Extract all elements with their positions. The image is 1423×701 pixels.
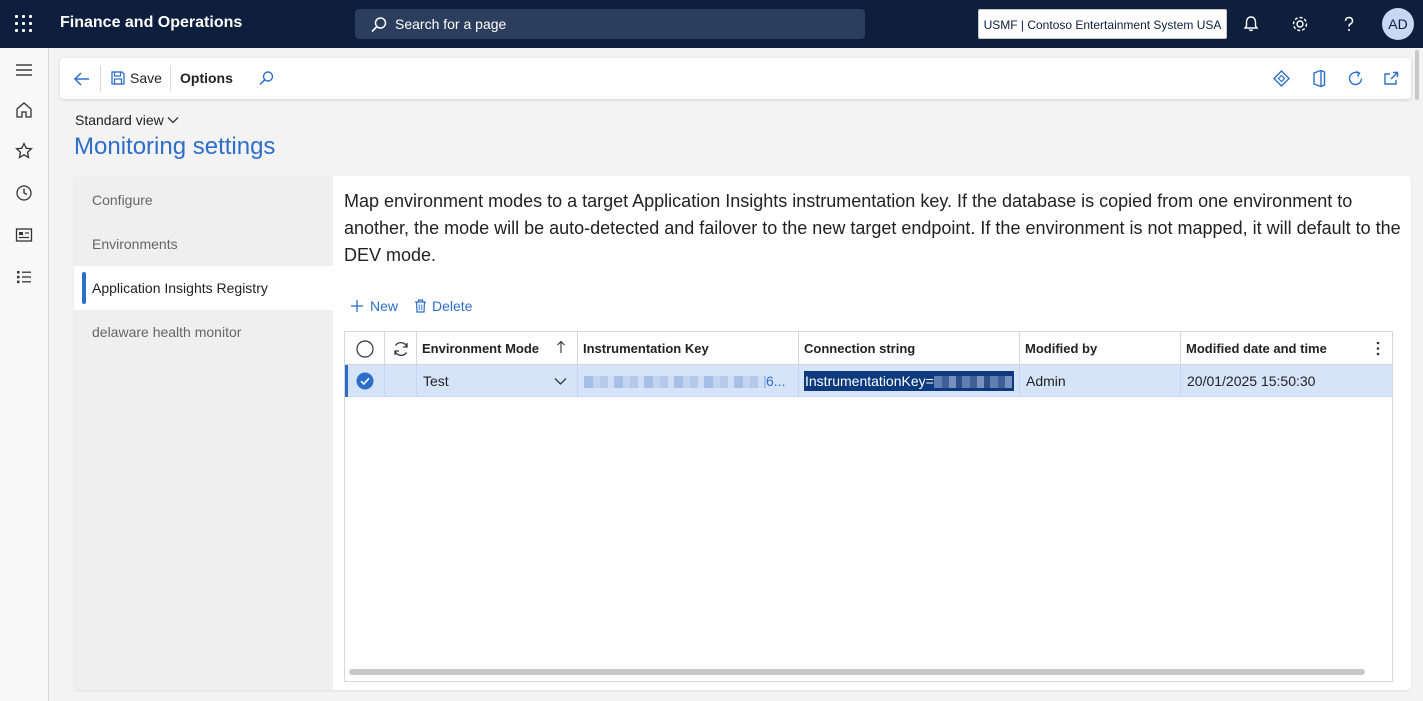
column-environment-mode[interactable]: Environment Mode bbox=[417, 332, 578, 365]
waffle-icon[interactable] bbox=[14, 14, 34, 34]
modified-by-cell: Admin bbox=[1020, 365, 1181, 397]
find-icon[interactable] bbox=[258, 70, 275, 87]
obscured-value bbox=[933, 376, 1012, 389]
connection-string-text: InstrumentationKey= bbox=[805, 373, 934, 389]
tab-label: Application Insights Registry bbox=[92, 280, 268, 296]
search-box[interactable]: Search for a page bbox=[355, 9, 865, 39]
column-label: Modified date and time bbox=[1186, 341, 1327, 356]
workspace-icon[interactable] bbox=[14, 225, 34, 245]
hamburger-icon[interactable] bbox=[14, 60, 34, 80]
new-label: New bbox=[370, 298, 399, 314]
back-icon[interactable] bbox=[72, 69, 92, 89]
modified-datetime-cell: 20/01/2025 15:50:30 bbox=[1187, 373, 1316, 389]
left-navigation bbox=[0, 48, 49, 701]
gear-icon[interactable] bbox=[1290, 14, 1310, 34]
obscured-value bbox=[584, 376, 766, 389]
connection-string-value: InstrumentationKey= bbox=[804, 371, 1014, 391]
registry-grid: Environment Mode Instrumentation Key Con… bbox=[344, 331, 1393, 682]
chevron-down-icon[interactable] bbox=[554, 376, 567, 386]
sort-arrow-icon bbox=[557, 340, 565, 353]
checked-circle-icon bbox=[356, 372, 374, 390]
page-scrollbar[interactable] bbox=[1413, 48, 1423, 103]
row-checkbox[interactable] bbox=[345, 365, 385, 397]
popout-icon[interactable] bbox=[1382, 69, 1401, 88]
separator bbox=[100, 66, 101, 91]
refresh-grid-button[interactable] bbox=[385, 332, 417, 365]
trash-icon bbox=[415, 299, 426, 313]
more-icon[interactable] bbox=[1376, 341, 1380, 356]
horizontal-scrollbar[interactable] bbox=[349, 669, 1365, 675]
help-icon[interactable] bbox=[1339, 14, 1359, 34]
grid-header: Environment Mode Instrumentation Key Con… bbox=[345, 332, 1392, 365]
refresh-grid-icon bbox=[394, 342, 408, 356]
clock-icon[interactable] bbox=[14, 183, 34, 203]
column-label: Environment Mode bbox=[422, 341, 540, 356]
column-modified-date-time[interactable]: Modified date and time bbox=[1181, 332, 1392, 365]
list-icon[interactable] bbox=[14, 267, 34, 287]
action-pane: Save Options bbox=[60, 58, 1411, 99]
options-button[interactable]: Options bbox=[180, 58, 233, 99]
environment-mode-select[interactable]: Test bbox=[417, 365, 578, 397]
save-button[interactable]: Save bbox=[110, 58, 162, 99]
instrumentation-key-suffix: 6... bbox=[766, 373, 786, 389]
delete-label: Delete bbox=[432, 298, 473, 314]
app-title[interactable]: Finance and Operations bbox=[60, 14, 242, 32]
view-label: Standard view bbox=[75, 112, 164, 128]
save-label: Save bbox=[130, 70, 162, 86]
top-bar: Finance and Operations Search for a page… bbox=[0, 0, 1423, 48]
search-placeholder: Search for a page bbox=[395, 16, 507, 32]
tab-configure[interactable]: Configure bbox=[74, 178, 333, 222]
environment-mode-value: Test bbox=[423, 373, 449, 389]
column-connection-string[interactable]: Connection string bbox=[799, 332, 1020, 365]
table-row[interactable]: Test 6... InstrumentationKey= Admin 20/0… bbox=[345, 365, 1392, 397]
refresh-icon[interactable] bbox=[1346, 69, 1365, 88]
search-icon bbox=[371, 17, 387, 33]
tab-environments[interactable]: Environments bbox=[74, 222, 333, 266]
connection-string-cell[interactable]: InstrumentationKey= bbox=[799, 365, 1020, 397]
bell-icon[interactable] bbox=[1241, 14, 1261, 34]
tab-application-insights-registry[interactable]: Application Insights Registry bbox=[74, 266, 333, 310]
view-selector[interactable]: Standard view bbox=[75, 112, 179, 128]
circle-checkbox-icon bbox=[356, 340, 374, 358]
instrumentation-key-cell[interactable]: 6... bbox=[578, 365, 799, 397]
avatar[interactable]: AD bbox=[1382, 8, 1414, 40]
column-modified-by[interactable]: Modified by bbox=[1020, 332, 1181, 365]
column-instrumentation-key[interactable]: Instrumentation Key bbox=[578, 332, 799, 365]
page-title: Monitoring settings bbox=[74, 133, 276, 160]
vertical-tabs: Configure Environments Application Insig… bbox=[74, 176, 333, 690]
separator bbox=[170, 66, 171, 91]
plus-icon bbox=[351, 300, 363, 312]
save-icon bbox=[111, 71, 125, 85]
description-text: Map environment modes to a target Applic… bbox=[344, 191, 1401, 265]
tab-delaware-health-monitor[interactable]: delaware health monitor bbox=[74, 310, 333, 354]
row-spacer bbox=[385, 365, 417, 397]
diamond-icon[interactable] bbox=[1272, 69, 1291, 88]
home-icon[interactable] bbox=[14, 100, 34, 120]
select-all-checkbox[interactable] bbox=[345, 332, 385, 365]
company-selector[interactable]: USMF | Contoso Entertainment System USA bbox=[978, 9, 1227, 39]
chevron-down-icon bbox=[167, 117, 179, 124]
office-icon[interactable] bbox=[1310, 69, 1328, 88]
star-icon[interactable] bbox=[14, 141, 34, 161]
